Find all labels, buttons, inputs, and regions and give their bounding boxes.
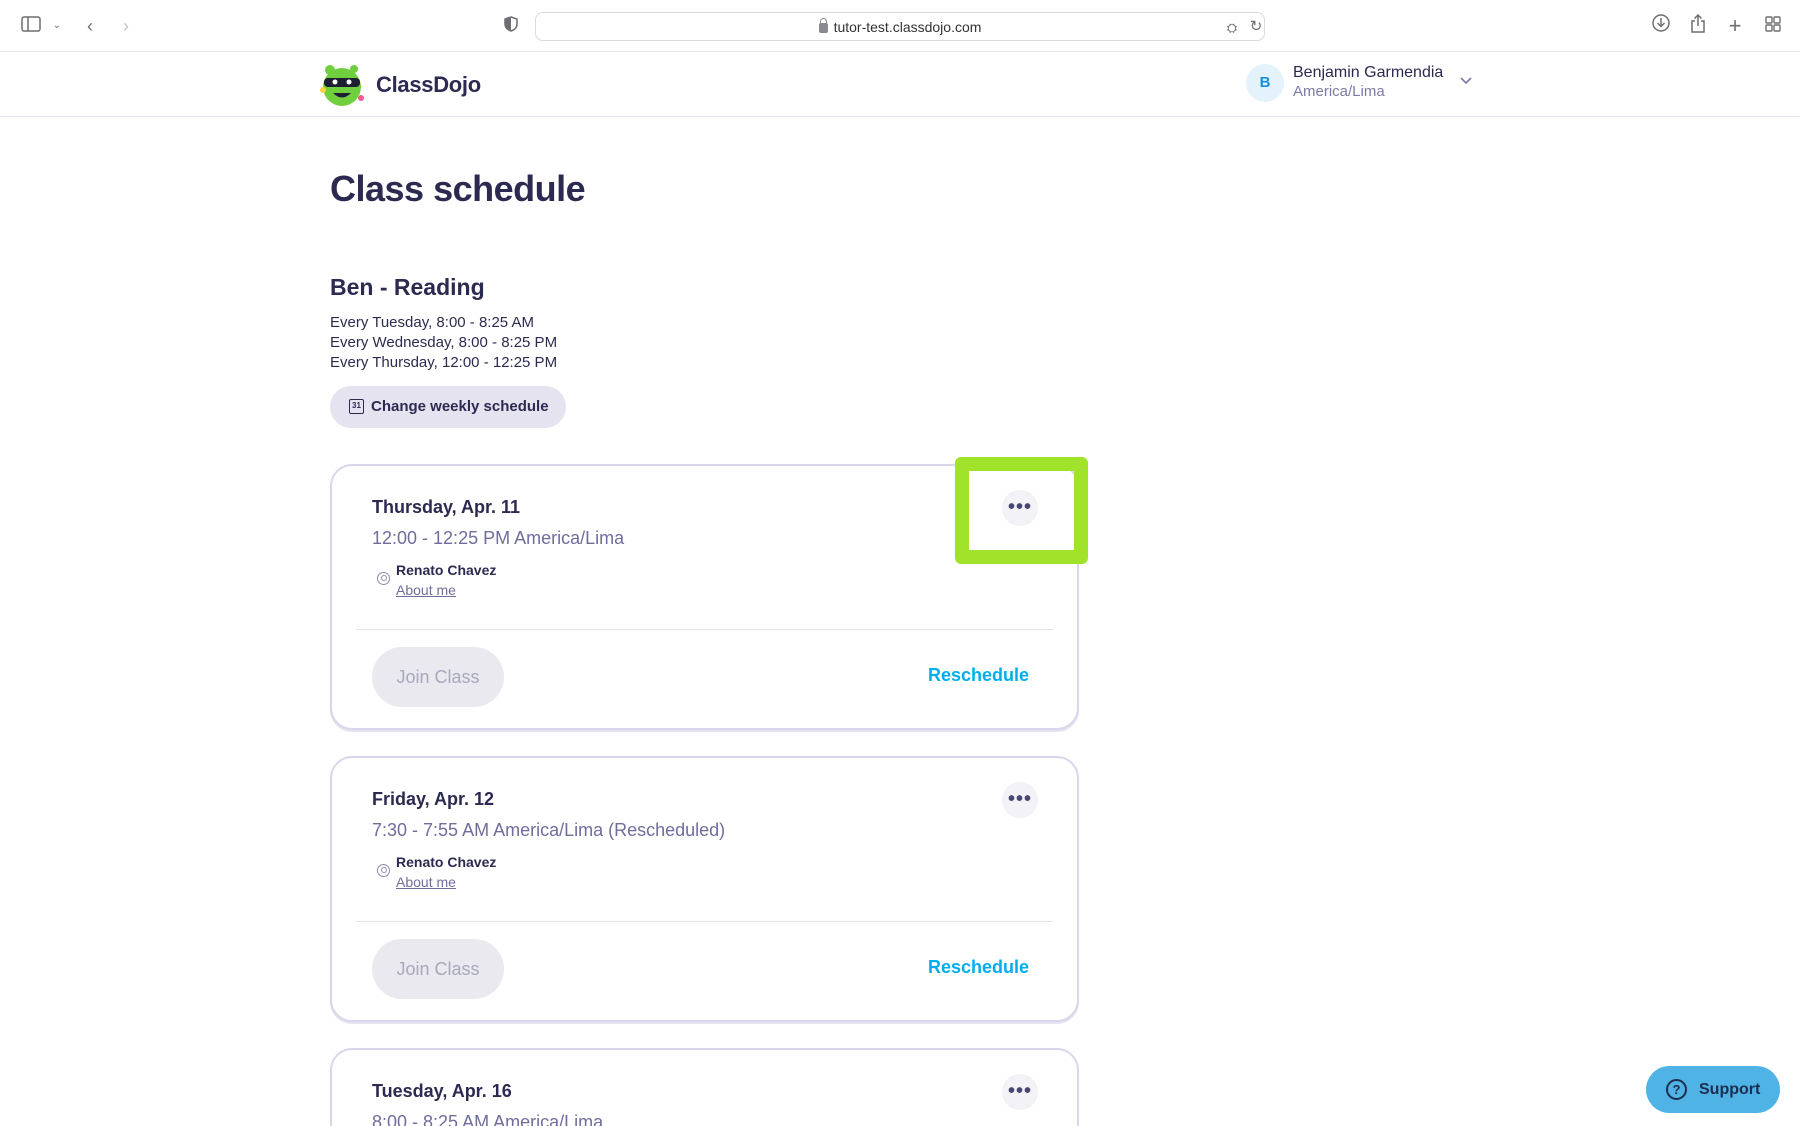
page-title: Class schedule	[330, 168, 586, 209]
class-title: Ben - Reading	[330, 274, 485, 300]
forward-icon[interactable]: ›	[118, 14, 134, 38]
join-class-button[interactable]: Join Class	[372, 647, 504, 707]
classdojo-logo-icon[interactable]	[316, 60, 368, 108]
downloads-icon[interactable]	[1651, 14, 1671, 38]
class-date: Thursday, Apr. 11	[372, 497, 521, 517]
back-icon[interactable]: ‹	[82, 14, 98, 38]
schedule-line: Every Tuesday, 8:00 - 8:25 AM	[330, 314, 534, 331]
url-text: tutor-test.classdojo.com	[833, 19, 982, 35]
share-icon[interactable]	[1688, 13, 1708, 40]
user-timezone: America/Lima	[1293, 83, 1385, 100]
change-weekly-schedule-button[interactable]: 31 Change weekly schedule	[330, 386, 566, 428]
user-name[interactable]: Benjamin Garmendia	[1293, 64, 1443, 82]
class-card: Tuesday, Apr. 16 8:00 - 8:25 AM America/…	[330, 1048, 1079, 1126]
class-date: Friday, Apr. 12	[372, 789, 495, 809]
chevron-down-icon[interactable]	[1458, 72, 1478, 92]
more-options-button[interactable]: •••	[1002, 1074, 1038, 1110]
class-time: 12:00 - 12:25 PM America/Lima	[372, 528, 625, 548]
change-weekly-schedule-label: Change weekly schedule	[371, 398, 549, 415]
more-options-button[interactable]: •••	[1002, 782, 1038, 818]
join-class-button[interactable]: Join Class	[372, 939, 504, 999]
about-me-link[interactable]: About me	[396, 874, 456, 890]
translate-icon[interactable]: ⛭	[1222, 16, 1242, 40]
highlight-box	[955, 457, 1088, 564]
privacy-shield-icon[interactable]	[502, 14, 520, 38]
divider	[356, 629, 1053, 630]
support-button[interactable]: ? Support	[1646, 1066, 1780, 1113]
weekly-schedule: Every Tuesday, 8:00 - 8:25 AM Every Wedn…	[330, 313, 557, 373]
support-label: Support	[1699, 1081, 1761, 1098]
avatar[interactable]: B	[1246, 64, 1284, 102]
sidebar-toggle-icon[interactable]	[20, 14, 42, 38]
tutor-name: Renato Chavez	[396, 854, 497, 870]
calendar-icon: 31	[349, 399, 364, 414]
class-time: 8:00 - 8:25 AM America/Lima	[372, 1112, 604, 1126]
brand-name[interactable]: ClassDojo	[376, 72, 481, 98]
class-card: Friday, Apr. 12 7:30 - 7:55 AM America/L…	[330, 756, 1079, 1022]
divider	[356, 921, 1053, 922]
user-icon	[377, 864, 390, 877]
new-tab-icon[interactable]: +	[1726, 14, 1744, 38]
lock-icon	[818, 18, 828, 33]
browser-toolbar: ⌄ ‹ › tutor-test.classdojo.com ⛭ ↻ +	[0, 0, 1800, 52]
reschedule-button[interactable]: Reschedule	[928, 957, 1029, 978]
reload-icon[interactable]: ↻	[1248, 15, 1264, 39]
address-bar[interactable]: tutor-test.classdojo.com ⛭ ↻	[535, 12, 1265, 41]
user-icon	[377, 572, 390, 585]
help-icon: ?	[1666, 1079, 1687, 1100]
chevron-down-icon[interactable]: ⌄	[50, 14, 64, 38]
class-date: Tuesday, Apr. 16	[372, 1081, 512, 1101]
reschedule-button[interactable]: Reschedule	[928, 665, 1029, 686]
class-time: 7:30 - 7:55 AM America/Lima (Rescheduled…	[372, 820, 726, 840]
schedule-line: Every Thursday, 12:00 - 12:25 PM	[330, 354, 558, 371]
tutor-name: Renato Chavez	[396, 562, 497, 578]
app-header: ClassDojo B Benjamin Garmendia America/L…	[0, 52, 1800, 117]
about-me-link[interactable]: About me	[396, 582, 456, 598]
tab-overview-icon[interactable]	[1763, 14, 1783, 38]
schedule-line: Every Wednesday, 8:00 - 8:25 PM	[330, 334, 558, 351]
